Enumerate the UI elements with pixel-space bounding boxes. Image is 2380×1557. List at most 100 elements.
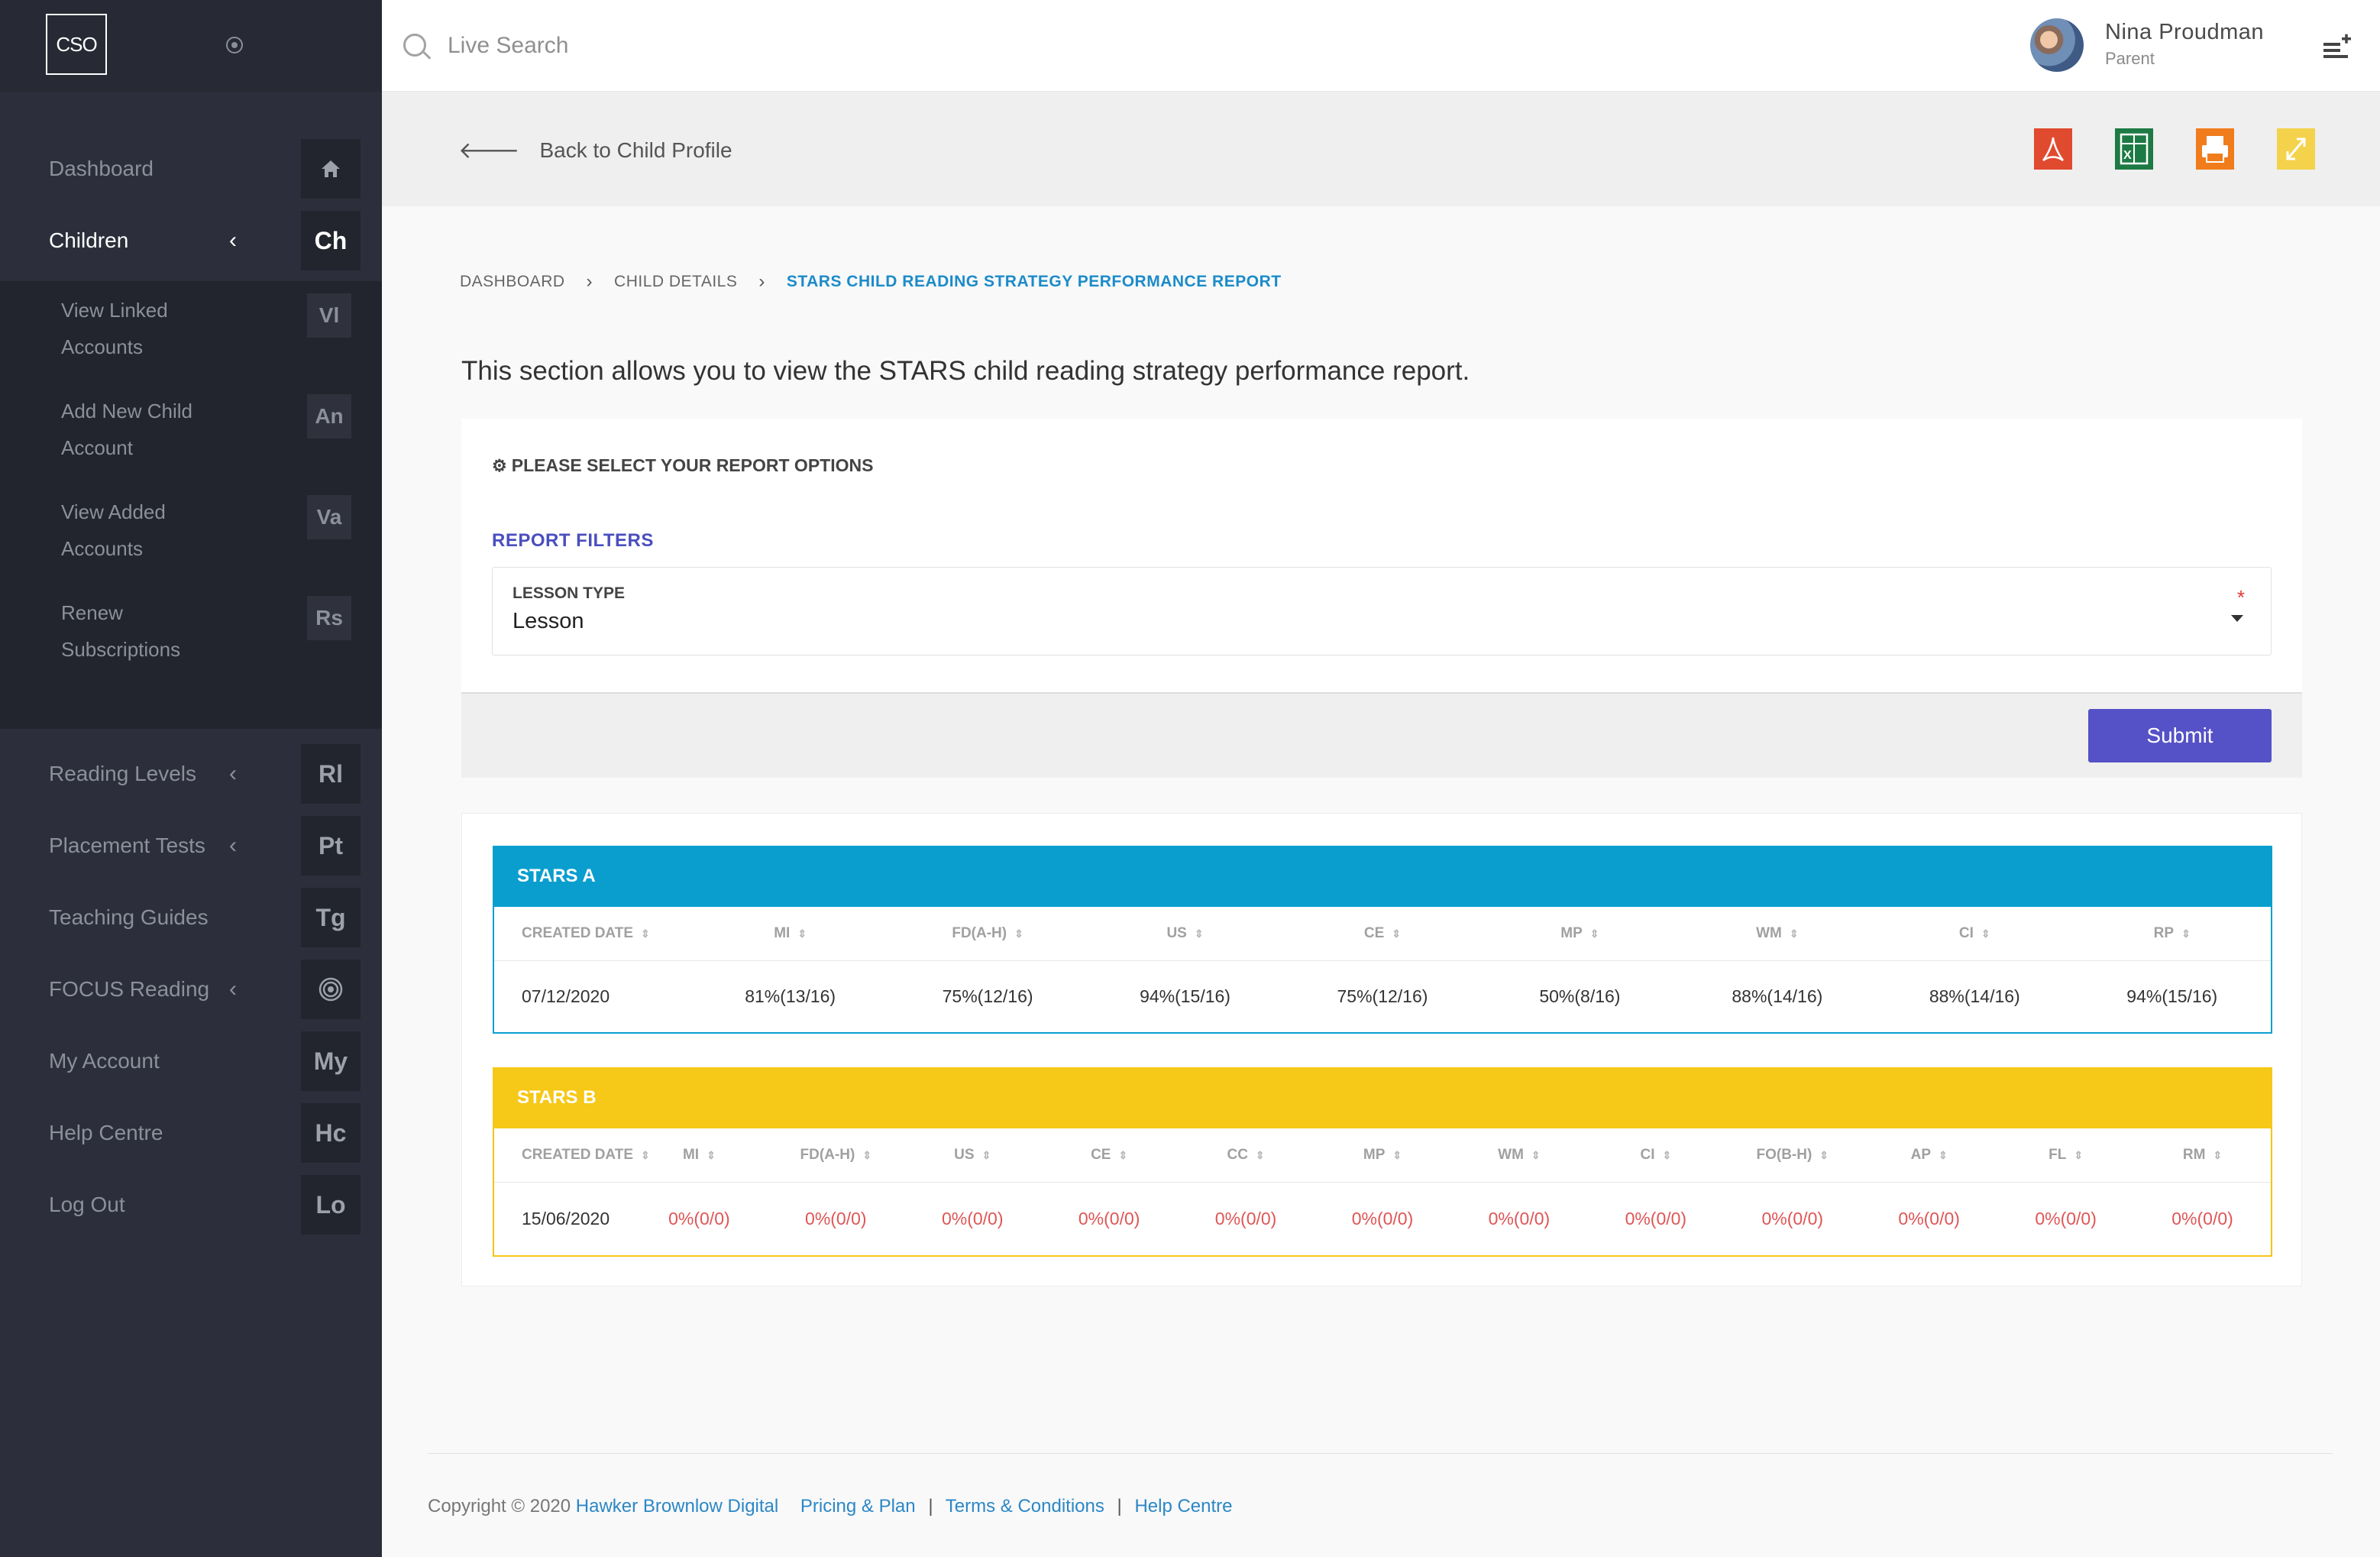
add-list-icon[interactable] — [2322, 32, 2353, 60]
column-header[interactable]: US ⇕ — [904, 1128, 1041, 1183]
sidebar-item-label: Log Out — [49, 1193, 125, 1216]
sidebar-item-label: FOCUS Reading — [49, 977, 210, 1001]
breadcrumb-child-details[interactable]: CHILD DETAILS — [614, 273, 737, 291]
column-header[interactable]: CE ⇕ — [1040, 1128, 1178, 1183]
expand-icon[interactable] — [2276, 128, 2316, 170]
stars-b-title: STARS B — [493, 1067, 2272, 1128]
column-header[interactable]: CC ⇕ — [1177, 1128, 1314, 1183]
help-centre-link[interactable]: Help Centre — [1134, 1496, 1232, 1517]
column-header[interactable]: RP ⇕ — [2073, 907, 2271, 961]
sort-icon: ⇕ — [1819, 1148, 1829, 1161]
chevron-left-icon: ‹ — [229, 976, 237, 1002]
sort-icon: ⇕ — [1589, 927, 1599, 940]
sidebar-item-reading-levels[interactable]: Reading Levels ‹ Rl — [0, 738, 382, 810]
pricing-plan-link[interactable]: Pricing & Plan — [800, 1496, 916, 1517]
column-header-label: FD(A-H) — [800, 1146, 855, 1163]
sidebar-toggle-icon[interactable] — [226, 37, 243, 53]
sidebar-item-focus-reading[interactable]: FOCUS Reading ‹ — [0, 953, 382, 1025]
column-header[interactable]: WM ⇕ — [1678, 907, 1877, 961]
copyright-text: Copyright © 2020 — [428, 1496, 571, 1517]
column-header[interactable]: FD(A-H) ⇕ — [888, 907, 1087, 961]
submenu-item-label: View Added Accounts — [61, 500, 166, 560]
column-header[interactable]: CREATED DATE ⇕ — [494, 1128, 650, 1183]
sort-icon: ⇕ — [1981, 927, 1990, 940]
caret-down-icon — [2231, 615, 2243, 622]
lesson-type-select[interactable]: LESSON TYPE Lesson * — [492, 567, 2272, 655]
sidebar-item-abbr: Hc — [301, 1103, 361, 1163]
footer-separator: | — [928, 1496, 933, 1517]
column-header[interactable]: WM ⇕ — [1450, 1128, 1588, 1183]
column-header-label: CREATED DATE — [522, 924, 634, 941]
print-icon[interactable] — [2195, 128, 2235, 170]
column-header[interactable]: CREATED DATE ⇕ — [494, 907, 692, 961]
sidebar-item-log-out[interactable]: Log Out Lo — [0, 1169, 382, 1241]
breadcrumb-dashboard[interactable]: DASHBOARD — [460, 273, 565, 291]
score-cell: 0%(0/0) — [668, 1208, 730, 1228]
search-input[interactable] — [448, 23, 906, 69]
column-header[interactable]: FD(A-H) ⇕ — [767, 1128, 904, 1183]
column-header-label: CC — [1227, 1146, 1248, 1163]
pdf-icon[interactable] — [2033, 128, 2073, 170]
submenu-item-add-new-child-account[interactable]: Add New Child Account An — [0, 382, 382, 483]
column-header[interactable]: FO(B-H) ⇕ — [1724, 1128, 1861, 1183]
score-cell: 0%(0/0) — [1214, 1208, 1277, 1228]
column-header[interactable]: RM ⇕ — [2134, 1128, 2271, 1183]
sidebar-item-label: Reading Levels — [49, 762, 197, 785]
sort-icon: ⇕ — [862, 1148, 872, 1161]
column-header[interactable]: AP ⇕ — [1861, 1128, 1998, 1183]
terms-conditions-link[interactable]: Terms & Conditions — [946, 1496, 1104, 1517]
stars-a-grid: CREATED DATE ⇕ MI ⇕ FD(A-H) ⇕ US ⇕ CE ⇕ MP ⇕ WM ⇕ CI ⇕ R… — [494, 907, 2271, 1032]
submenu-item-view-linked-accounts[interactable]: View Linked Accounts Vl — [0, 281, 382, 382]
chevron-right-icon: › — [758, 271, 765, 292]
column-header[interactable]: CI ⇕ — [1876, 907, 2074, 961]
column-header-label: AP — [1910, 1146, 1932, 1163]
table-row: 07/12/2020 81%(13/16) 75%(12/16) 94%(15/16)… — [494, 960, 2271, 1032]
submenu-item-view-added-accounts[interactable]: View Added Accounts Va — [0, 483, 382, 584]
submenu-item-renew-subscriptions[interactable]: Renew Subscriptions Rs — [0, 584, 382, 685]
target-icon — [301, 960, 361, 1019]
sidebar-item-placement-tests[interactable]: Placement Tests ‹ Pt — [0, 810, 382, 882]
back-to-child-profile-link[interactable]: 🡐 Back to Child Profile — [458, 131, 732, 170]
submit-button[interactable]: Submit — [2088, 709, 2272, 762]
sidebar-item-teaching-guides[interactable]: Teaching Guides Tg — [0, 882, 382, 953]
column-header[interactable]: CE ⇕ — [1283, 907, 1482, 961]
sort-icon: ⇕ — [981, 1148, 991, 1161]
score-cell: 0%(0/0) — [1761, 1208, 1824, 1228]
column-header[interactable]: MP ⇕ — [1481, 907, 1679, 961]
sidebar-item-help-centre[interactable]: Help Centre Hc — [0, 1097, 382, 1169]
search-icon[interactable] — [403, 34, 426, 57]
sidebar-item-dashboard[interactable]: Dashboard — [0, 133, 382, 205]
brand-area: CSO — [0, 0, 382, 92]
sidebar-item-abbr: Tg — [301, 888, 361, 947]
sidebar-item-label: Placement Tests — [49, 834, 205, 857]
column-header[interactable]: CI ⇕ — [1587, 1128, 1725, 1183]
column-header[interactable]: US ⇕ — [1086, 907, 1284, 961]
column-header-label: FO(B-H) — [1756, 1146, 1812, 1163]
created-date-cell: 07/12/2020 — [522, 986, 610, 1006]
column-header-label: FL — [2049, 1146, 2067, 1163]
arrow-left-icon: 🡐 — [458, 138, 520, 163]
excel-icon[interactable]: X — [2114, 128, 2154, 170]
user-name[interactable]: Nina Proudman — [2105, 20, 2264, 45]
footer-separator: | — [1117, 1496, 1122, 1517]
report-filters-title: REPORT FILTERS — [492, 530, 654, 551]
created-date-cell: 15/06/2020 — [522, 1208, 610, 1228]
column-header[interactable]: MI ⇕ — [691, 907, 889, 961]
app-logo[interactable]: CSO — [46, 14, 107, 75]
column-header[interactable]: MI ⇕ — [630, 1128, 768, 1183]
chevron-left-icon: ‹ — [229, 228, 237, 253]
score-cell: 0%(0/0) — [1625, 1208, 1687, 1228]
submenu-item-label: View Linked Accounts — [61, 299, 168, 358]
avatar[interactable] — [2030, 18, 2084, 72]
report-options-title: ⚙ PLEASE SELECT YOUR REPORT OPTIONS — [492, 455, 873, 476]
column-header-label: CI — [1640, 1146, 1655, 1163]
column-header[interactable]: FL ⇕ — [1997, 1128, 2135, 1183]
score-cell: 94%(15/16) — [1140, 986, 1230, 1006]
column-header[interactable]: MP ⇕ — [1314, 1128, 1451, 1183]
company-link[interactable]: Hawker Brownlow Digital — [576, 1496, 778, 1517]
column-header-label: FD(A-H) — [952, 924, 1007, 941]
sidebar-item-children[interactable]: Children ‹ Ch — [0, 205, 382, 277]
score-cell: 0%(0/0) — [805, 1208, 867, 1228]
sidebar-item-my-account[interactable]: My Account My — [0, 1025, 382, 1097]
sort-icon: ⇕ — [641, 1148, 650, 1161]
